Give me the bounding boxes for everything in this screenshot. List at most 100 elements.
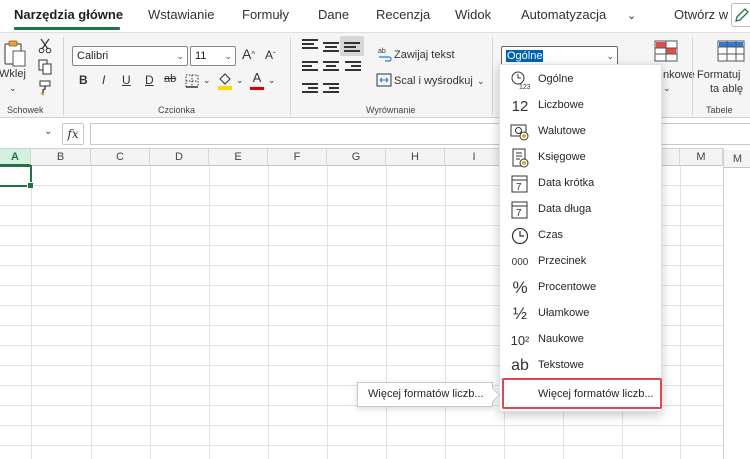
cut-icon[interactable] <box>36 37 54 55</box>
double-underline-button[interactable]: D <box>145 73 154 87</box>
font-size-value: 11 <box>195 50 207 62</box>
font-color-bar <box>250 87 264 90</box>
svg-text:7: 7 <box>516 208 522 219</box>
column-header-B[interactable]: B <box>31 149 91 166</box>
column-header-H[interactable]: H <box>386 149 445 166</box>
align-bottom-icon <box>344 42 360 54</box>
bold-button[interactable]: B <box>79 73 88 87</box>
svg-text:123: 123 <box>519 84 530 90</box>
format-painter-icon[interactable] <box>36 79 54 97</box>
align-left-icon[interactable] <box>302 61 318 73</box>
more-number-formats-label: Więcej formatów liczb... <box>538 388 654 400</box>
format-option-accounting[interactable]: Księgowe <box>500 145 663 171</box>
borders-icon[interactable] <box>184 73 200 89</box>
align-right-icon[interactable] <box>345 61 361 73</box>
font-size-select[interactable]: 11 ⌄ <box>190 46 236 66</box>
font-color-letter: A <box>252 70 262 85</box>
format-option-short-date[interactable]: 7 Data krótka <box>500 171 663 197</box>
increase-indent-icon[interactable] <box>323 83 339 95</box>
insert-function-button[interactable]: fx <box>62 123 84 145</box>
align-middle-icon[interactable] <box>323 42 339 54</box>
tabs-more-chevron-down-icon[interactable]: ⌄ <box>627 9 636 22</box>
align-center-icon[interactable] <box>323 61 339 73</box>
grid-line <box>91 166 92 459</box>
currency-icon <box>509 122 531 142</box>
decrease-indent-icon[interactable] <box>302 83 318 95</box>
tab-view[interactable]: Widok <box>455 7 491 22</box>
tab-open-in-desktop[interactable]: Otwórz w <box>674 7 728 22</box>
merge-chevron-down-icon[interactable]: ⌄ <box>477 76 485 87</box>
wrap-text-icon[interactable]: ab <box>377 46 393 62</box>
number-format-select[interactable]: Ogólne ⌄ <box>501 46 618 66</box>
conditional-formatting-label[interactable]: nkowe <box>663 69 695 81</box>
more-number-formats-button[interactable]: Więcej formatów liczb... <box>502 378 662 409</box>
format-option-number[interactable]: 12 Liczbowe <box>500 93 663 119</box>
format-as-table-icon[interactable] <box>716 39 746 63</box>
merge-center-icon[interactable] <box>376 73 392 87</box>
grow-font-button[interactable]: A ^ <box>242 46 255 62</box>
conditional-formatting-icon[interactable] <box>653 39 679 63</box>
tab-data[interactable]: Dane <box>318 7 349 22</box>
tables-group-label: Tabele <box>706 105 733 115</box>
align-top-icon[interactable] <box>302 39 318 51</box>
tab-insert[interactable]: Wstawianie <box>148 7 214 22</box>
shrink-font-letter: A <box>265 48 274 62</box>
column-header-F[interactable]: F <box>268 149 327 166</box>
align-bottom-button-active[interactable] <box>340 36 364 56</box>
font-color-chevron-down-icon[interactable]: ⌄ <box>268 75 276 86</box>
column-header-C[interactable]: C <box>91 149 150 166</box>
grid-line <box>209 166 210 459</box>
grid-line <box>386 166 387 459</box>
paste-button-label[interactable]: Wklej <box>0 68 26 80</box>
column-header-E[interactable]: E <box>209 149 268 166</box>
format-option-currency[interactable]: Walutowe <box>500 119 663 145</box>
grid-line <box>680 166 681 459</box>
font-name-select[interactable]: Calibri ⌄ <box>72 46 188 66</box>
format-option-long-date[interactable]: 7 Data długa <box>500 197 663 223</box>
column-header-I[interactable]: I <box>445 149 504 166</box>
copy-icon[interactable] <box>36 58 54 76</box>
tab-review[interactable]: Recenzja <box>376 7 430 22</box>
column-header-M[interactable]: M <box>724 150 750 168</box>
format-as-table-label-line1[interactable]: Formatuj <box>697 69 740 81</box>
format-option-general[interactable]: 123 Ogólne <box>500 67 663 93</box>
name-box-chevron-down-icon[interactable]: ⌄ <box>44 126 52 137</box>
column-header-G[interactable]: G <box>327 149 386 166</box>
borders-chevron-down-icon[interactable]: ⌄ <box>203 75 211 86</box>
tab-automate[interactable]: Automatyzacja <box>521 7 606 22</box>
chevron-down-icon: ⌄ <box>176 51 184 61</box>
chevron-down-icon: ⌄ <box>224 51 232 61</box>
column-header-D[interactable]: D <box>150 149 209 166</box>
tab-formulas[interactable]: Formuły <box>242 7 289 22</box>
comma-000-icon: 000 <box>511 256 529 268</box>
format-option-label: Tekstowe <box>538 359 584 371</box>
tab-home[interactable]: Narzędzia główne <box>14 7 123 22</box>
format-option-label: Data długa <box>538 203 592 215</box>
format-option-text[interactable]: ab Tekstowe <box>500 353 663 379</box>
active-cell-A1[interactable] <box>0 165 34 189</box>
strikethrough-button[interactable]: ab <box>164 73 176 85</box>
format-option-label: Data krótka <box>538 177 595 189</box>
paste-icon[interactable] <box>0 37 30 71</box>
grid-line <box>445 166 446 459</box>
font-color-button[interactable]: A <box>249 70 265 90</box>
format-option-time[interactable]: Czas <box>500 223 663 249</box>
italic-button[interactable]: I <box>102 73 105 87</box>
fill-color-icon[interactable] <box>217 71 233 91</box>
editing-mode-button[interactable] <box>731 3 750 27</box>
conditional-chevron-down-icon[interactable]: ⌄ <box>663 83 671 94</box>
format-as-table-label-line2[interactable]: ta ablę <box>710 83 743 95</box>
column-header-A[interactable]: A <box>0 149 31 166</box>
pencil-icon <box>735 8 749 22</box>
format-option-scientific[interactable]: 10² Naukowe <box>500 327 663 353</box>
column-header-L[interactable]: M <box>680 149 723 166</box>
wrap-text-button[interactable]: Zawijaj tekst <box>394 49 455 61</box>
format-option-fraction[interactable]: ½ Ułamkowe <box>500 301 663 327</box>
paste-options-chevron-down-icon[interactable]: ⌄ <box>9 83 17 94</box>
format-option-percent[interactable]: % Procentowe <box>500 275 663 301</box>
fill-color-chevron-down-icon[interactable]: ⌄ <box>236 75 244 86</box>
underline-button[interactable]: U <box>122 73 131 87</box>
format-option-comma[interactable]: 000 Przecinek <box>500 249 663 275</box>
merge-center-button[interactable]: Scal i wyśrodkuj <box>394 75 473 87</box>
shrink-font-button[interactable]: Aˇ <box>265 48 276 62</box>
